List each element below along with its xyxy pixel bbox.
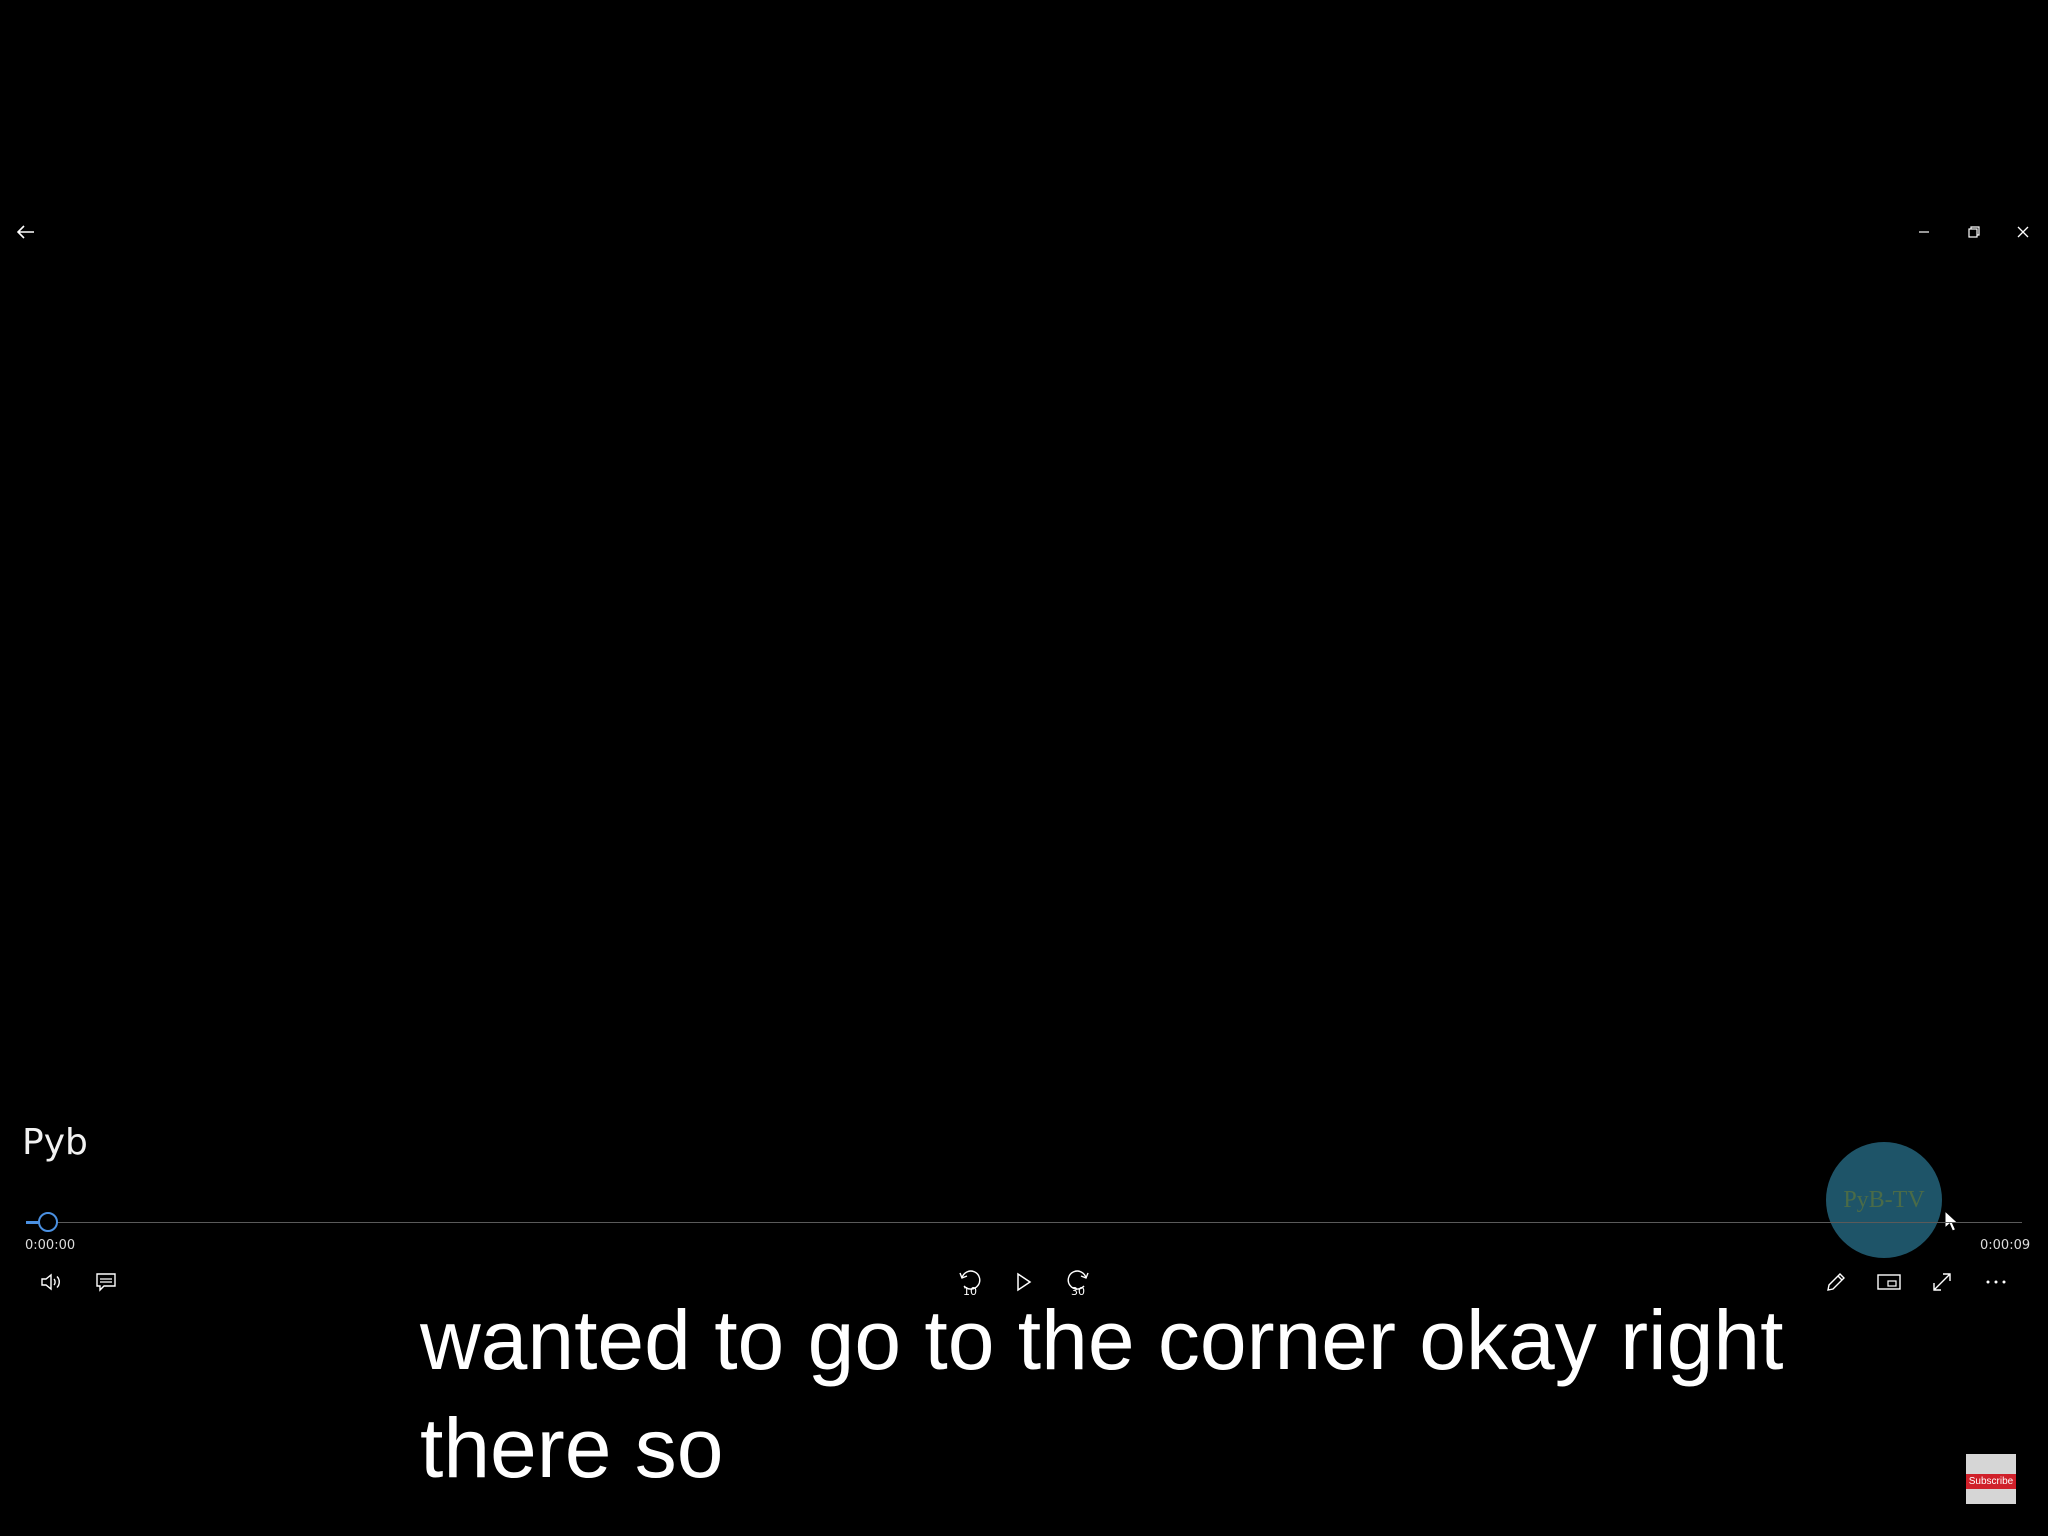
mouse-cursor-icon (1944, 1210, 1960, 1232)
seek-bar-track[interactable] (26, 1222, 2022, 1223)
volume-button[interactable] (36, 1268, 68, 1296)
total-duration: 0:00:09 (1980, 1238, 2031, 1253)
captions-icon (96, 1273, 116, 1292)
seek-bar-thumb[interactable] (38, 1212, 58, 1232)
more-options-button[interactable] (1980, 1268, 2012, 1296)
more-icon (1986, 1280, 2006, 1284)
subscribe-label: Subscribe (1966, 1474, 2016, 1489)
subtitle-line-1: wanted to go to the corner okay right (420, 1293, 1784, 1387)
video-title: Pyb (22, 1122, 88, 1163)
back-button[interactable] (10, 220, 42, 244)
minimize-button[interactable] (1912, 220, 1936, 244)
subscribe-badge[interactable]: Subscribe (1966, 1454, 2016, 1504)
restore-button[interactable] (1962, 220, 1986, 244)
restore-icon (1968, 226, 1980, 238)
subtitle-line-2: there so (420, 1401, 724, 1495)
volume-icon (41, 1273, 60, 1291)
minimize-icon (1919, 231, 1929, 233)
close-icon (2017, 226, 2029, 238)
back-arrow-icon (17, 225, 34, 239)
subtitle-caption: wanted to go to the corner okay right th… (420, 1286, 1940, 1502)
channel-watermark: PyB-TV (1826, 1142, 1942, 1258)
captions-button[interactable] (90, 1268, 122, 1296)
watermark-text: PyB-TV (1843, 1186, 1925, 1213)
close-button[interactable] (2011, 220, 2035, 244)
current-time: 0:00:00 (25, 1238, 76, 1253)
